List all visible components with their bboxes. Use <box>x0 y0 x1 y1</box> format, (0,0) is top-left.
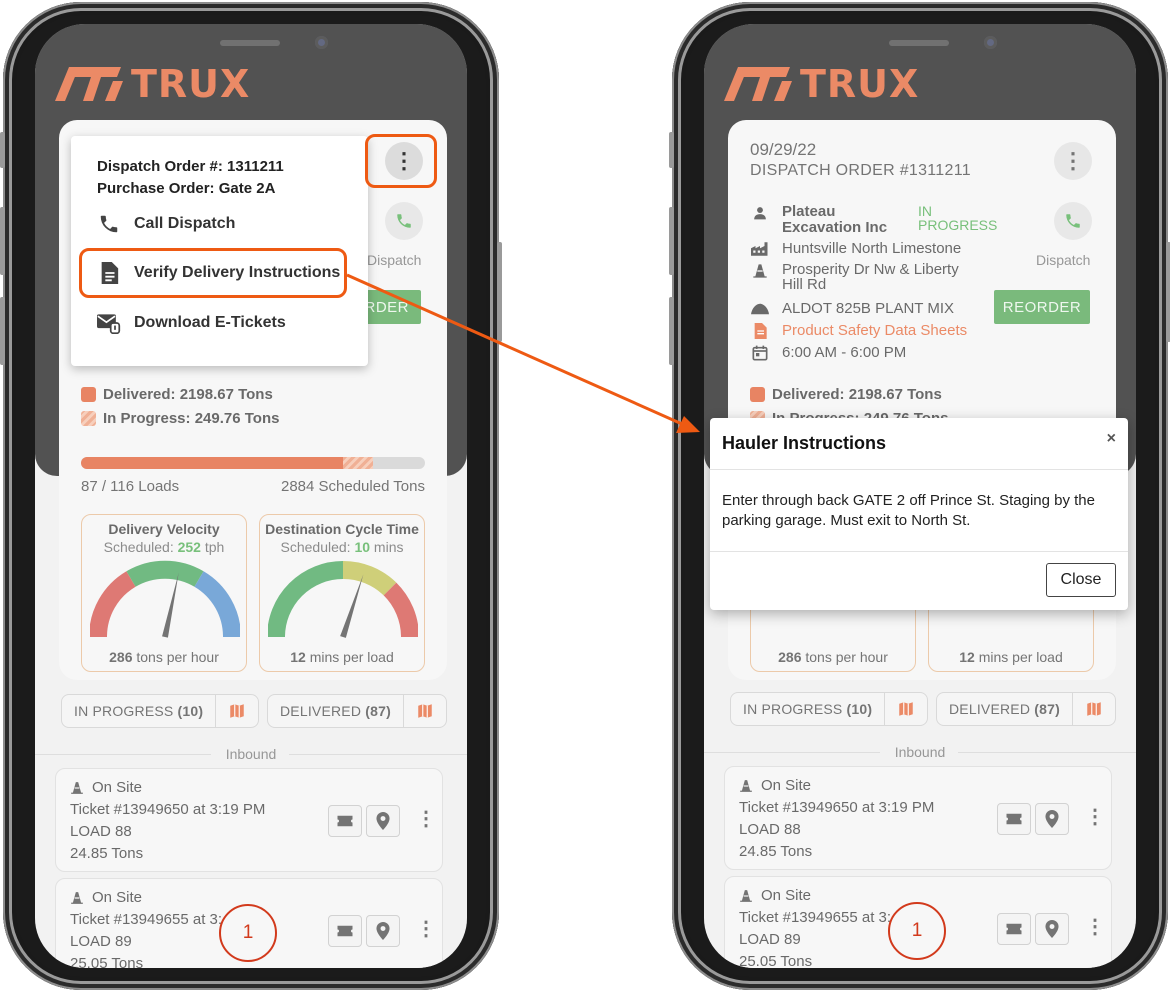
volume-up-button <box>0 207 5 275</box>
right-phone-frame: TRUX 09/29/22 DISPATCH ORDER #1311211 ⋮ … <box>669 2 1170 990</box>
divider <box>710 469 1128 470</box>
power-button <box>1166 242 1170 342</box>
mail-download-icon <box>97 311 121 335</box>
volume-down-button <box>0 297 5 365</box>
power-button <box>497 242 502 342</box>
volume-down-button <box>669 297 674 365</box>
hauler-instructions-modal: Hauler Instructions × Enter through back… <box>710 418 1128 610</box>
modal-title: Hauler Instructions <box>722 433 887 453</box>
phone-icon <box>97 212 121 236</box>
divider <box>710 551 1128 552</box>
right-screen: TRUX 09/29/22 DISPATCH ORDER #1311211 ⋮ … <box>704 24 1136 968</box>
close-icon[interactable]: × <box>1107 430 1116 448</box>
dispatch-order-number: Dispatch Order #: 1311211 <box>97 158 284 175</box>
notification-badge-button[interactable]: 1 <box>888 902 946 960</box>
close-button[interactable]: Close <box>1046 563 1116 597</box>
menu-header: Dispatch Order #: 1311211 Purchase Order… <box>97 156 284 200</box>
highlight-verify-instructions <box>79 248 347 298</box>
modal-body: Enter through back GATE 2 off Prince St.… <box>722 492 1095 529</box>
mute-switch <box>669 132 674 168</box>
highlight-more-options <box>365 134 437 188</box>
volume-up-button <box>669 207 674 275</box>
notification-badge-button[interactable]: 1 <box>219 904 277 962</box>
mute-switch <box>0 132 5 168</box>
menu-call-dispatch[interactable]: Call Dispatch <box>97 212 235 236</box>
purchase-order-number: Purchase Order: Gate 2A <box>97 180 276 197</box>
menu-download-etickets[interactable]: Download E-Tickets <box>97 311 286 335</box>
